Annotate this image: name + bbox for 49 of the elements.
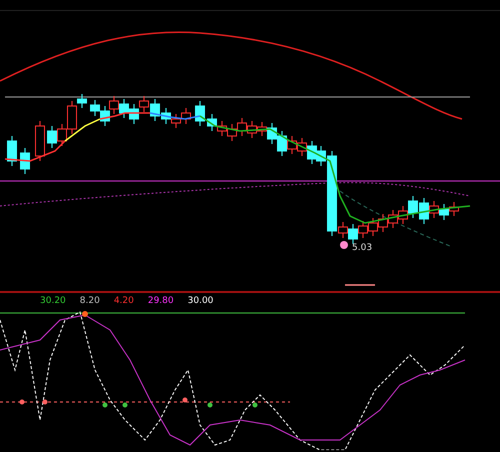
candlestick [139,96,149,112]
candlestick [171,114,181,128]
candlestick [237,118,247,136]
candlestick [181,108,191,124]
candlestick [358,220,368,238]
candlestick [35,120,45,162]
candlestick [100,106,110,126]
signal-marker [252,402,258,408]
price-label: 5.03 [352,243,372,253]
signal-marker [208,402,212,408]
signal-marker [20,400,24,404]
candlestick [195,100,205,126]
indicator-value: 30.20 [40,296,66,308]
candlestick [109,96,119,114]
candlestick [348,224,358,244]
candlestick [398,206,408,224]
candlestick [388,210,398,228]
low-marker [340,241,348,249]
signal-marker [122,402,128,408]
candlestick [287,136,297,154]
candlestick [217,120,227,136]
candlestick [247,120,257,138]
candlestick [307,140,317,164]
signal-marker [42,400,48,404]
indicator-value: 29.80 [148,296,174,308]
candlestick [277,130,287,156]
candlestick [119,98,129,118]
signal-marker [102,402,108,408]
candlestick [90,100,100,116]
candlestick [7,136,17,166]
candlestick [368,218,378,236]
candlestick [47,126,57,148]
candlestick [297,138,307,156]
signal-marker [82,311,88,317]
candlestick [378,214,388,232]
candlestick [161,108,171,124]
candlestick [150,98,160,122]
indicator-value: 30.00 [188,296,214,308]
marker-line [345,284,375,286]
indicator-value: 4.20 [114,296,134,308]
candlestick [129,104,139,124]
indicator-value: 8.20 [80,296,100,308]
candlestick [20,148,30,174]
candlestick [439,204,449,220]
candlestick [227,124,237,142]
candlestick [207,114,217,132]
signal-marker [182,398,188,402]
candlestick [449,202,459,216]
candlestick [408,196,418,218]
